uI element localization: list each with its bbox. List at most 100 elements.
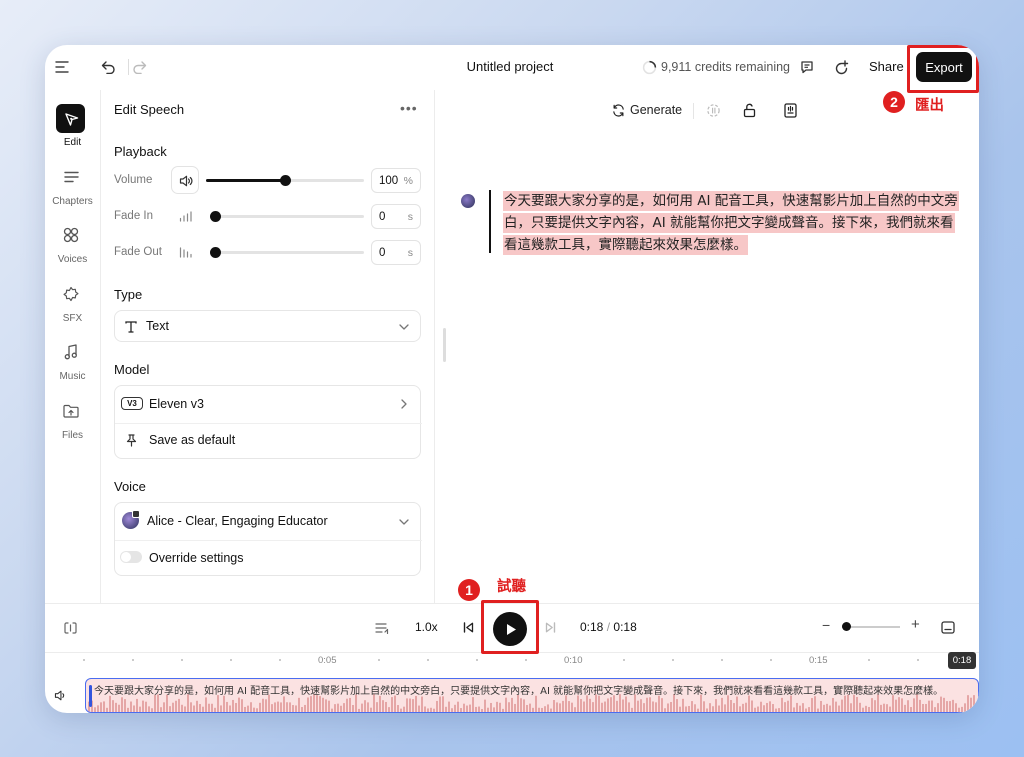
pin-icon (124, 433, 138, 448)
ruler-tick (378, 659, 380, 661)
time-separator: / (606, 620, 611, 634)
track-speaker-icon[interactable] (53, 688, 68, 702)
zoom-out-button[interactable]: − (822, 617, 830, 633)
redo-icon[interactable] (131, 59, 147, 75)
fade-in-slider-track[interactable] (215, 215, 364, 218)
nav-label-voices[interactable]: Voices (45, 254, 100, 265)
speech-text-block[interactable]: 今天要跟大家分享的是，如何用 AI 配音工具，快速幫影片加上自然的中文旁白，只要… (503, 190, 959, 256)
clip-trim-handle[interactable] (89, 685, 92, 707)
chevron-down-icon (397, 320, 410, 333)
undo-icon[interactable] (100, 59, 116, 75)
collapse-panel-icon[interactable] (63, 620, 78, 635)
annotation-badge-1: 1 (458, 579, 480, 601)
zoom-in-button[interactable]: + (911, 616, 920, 633)
fade-out-unit: s (407, 247, 413, 259)
clip-text: 今天要跟大家分享的是，如何用 AI 配音工具，快速幫影片加上自然的中文旁白，只要… (94, 686, 944, 697)
new-project-icon[interactable] (833, 59, 849, 75)
save-as-default-button[interactable]: Save as default (149, 433, 235, 447)
regenerate-icon[interactable] (611, 103, 626, 118)
music-icon[interactable] (62, 343, 80, 361)
override-settings-label: Override settings (149, 551, 244, 565)
edit-pen-icon (62, 110, 79, 127)
voice-card: Alice - Clear, Engaging Educator Overrid… (114, 502, 422, 576)
skip-forward-icon[interactable] (543, 620, 558, 635)
current-time: 0:18 (580, 620, 604, 634)
sfx-icon[interactable] (62, 285, 80, 303)
share-button[interactable]: Share (869, 59, 904, 74)
app-window: Untitled project 9,911 credits remaining… (45, 45, 979, 713)
ruler-tick (721, 659, 723, 661)
speaker-avatar[interactable] (461, 194, 475, 208)
feedback-icon[interactable] (799, 59, 815, 75)
time-display: 0:18 / 0:18 (580, 620, 637, 634)
playhead-time[interactable]: 0:18 (948, 652, 976, 669)
speech-text[interactable]: 今天要跟大家分享的是，如何用 AI 配音工具，快速幫影片加上自然的中文旁白，只要… (503, 191, 959, 255)
ruler-tick (279, 659, 281, 661)
speed-boost-icon[interactable] (705, 102, 721, 118)
ruler-tick (770, 659, 772, 661)
volume-input[interactable]: 100 % (371, 168, 421, 193)
voice-badge-icon (132, 510, 140, 518)
unlock-icon[interactable] (741, 102, 757, 118)
credits-remaining: 9,911 credits remaining (661, 60, 791, 74)
generate-button[interactable]: Generate (630, 103, 682, 117)
captions-icon[interactable] (940, 619, 956, 635)
total-time: 0:18 (613, 620, 637, 634)
playback-speed-button[interactable]: 1.0x (415, 620, 438, 634)
chevron-right-icon[interactable] (398, 397, 410, 410)
annotation-label-export: 匯出 (915, 98, 944, 114)
ruler-tick (83, 659, 85, 661)
fade-out-slider-track[interactable] (215, 251, 364, 254)
chevron-down-icon[interactable] (397, 515, 410, 528)
fade-in-slider-knob[interactable] (210, 211, 221, 222)
files-icon[interactable] (62, 402, 80, 420)
fade-out-label: Fade Out (114, 246, 162, 258)
play-highlight-box (481, 600, 539, 654)
zoom-slider-knob[interactable] (842, 622, 851, 631)
text-type-icon (123, 319, 138, 334)
top-bar: Untitled project 9,911 credits remaining… (45, 45, 979, 90)
timeline-clip[interactable]: 今天要跟大家分享的是，如何用 AI 配音工具，快速幫影片加上自然的中文旁白，只要… (85, 678, 979, 713)
ruler-label-10s: 0:10 (564, 655, 583, 666)
volume-label: Volume (114, 174, 153, 186)
skip-back-icon[interactable] (461, 620, 476, 635)
voice-card-icon[interactable] (782, 102, 798, 118)
model-section-title: Model (114, 362, 150, 377)
fade-in-input[interactable]: 0 s (371, 204, 421, 229)
override-settings-toggle[interactable] (120, 551, 142, 563)
panel-resize-handle[interactable] (443, 328, 446, 362)
chapters-icon[interactable] (62, 169, 80, 185)
volume-slider-knob[interactable] (280, 175, 291, 186)
ruler-tick (230, 659, 232, 661)
nav-label-files[interactable]: Files (45, 430, 100, 441)
nav-label-edit[interactable]: Edit (45, 137, 100, 148)
playlist-icon[interactable] (374, 620, 390, 635)
sidebar-toggle-icon[interactable] (54, 59, 70, 75)
volume-mute-button[interactable] (171, 166, 199, 194)
ruler-tick (623, 659, 625, 661)
fade-out-value: 0 (379, 247, 386, 259)
more-options-icon[interactable]: ••• (400, 100, 418, 116)
voices-icon[interactable] (62, 226, 80, 244)
fade-in-unit: s (407, 211, 413, 223)
voice-card-divider (115, 540, 422, 541)
project-title[interactable]: Untitled project (425, 59, 595, 74)
type-select-value: Text (146, 319, 169, 333)
fade-in-label: Fade In (114, 210, 153, 222)
fade-out-slider-knob[interactable] (210, 247, 221, 258)
nav-label-music[interactable]: Music (45, 371, 100, 382)
volume-unit: % (403, 175, 413, 187)
nav-item-edit[interactable] (56, 104, 85, 133)
fade-out-input[interactable]: 0 s (371, 240, 421, 265)
type-select[interactable]: Text (114, 310, 421, 342)
playback-section-title: Playback (114, 144, 167, 159)
voice-select[interactable]: Alice - Clear, Engaging Educator (147, 514, 328, 528)
type-section-title: Type (114, 287, 143, 302)
model-select[interactable]: Eleven v3 (149, 397, 204, 411)
ruler-label-5s: 0:05 (318, 655, 337, 666)
ruler-tick (868, 659, 870, 661)
ruler-tick (181, 659, 183, 661)
toolbar-divider (128, 59, 129, 75)
nav-label-sfx[interactable]: SFX (45, 313, 100, 324)
nav-label-chapters[interactable]: Chapters (45, 196, 100, 207)
